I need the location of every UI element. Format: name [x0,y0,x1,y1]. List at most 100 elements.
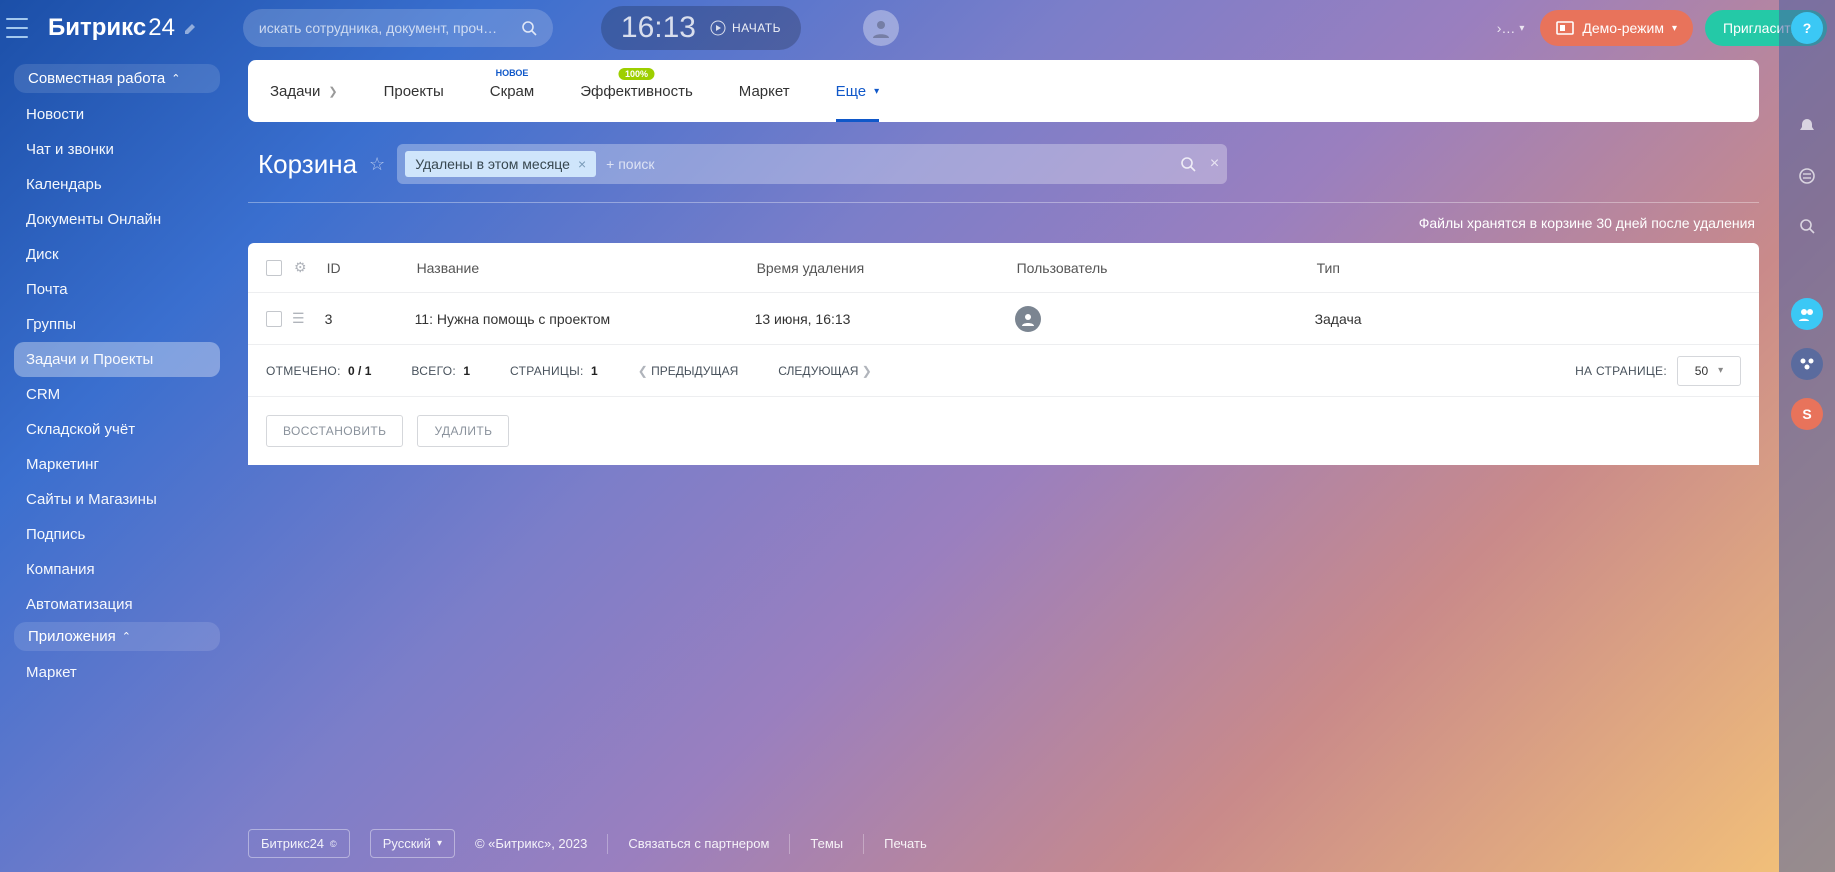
gear-icon[interactable]: ⚙ [294,259,307,276]
filter-clear-icon[interactable]: × [1210,155,1219,173]
trash-table: ⚙ ID Название Время удаления Пользовател… [248,243,1759,465]
app-name: Битрикс [48,14,146,42]
col-type[interactable]: Тип [1317,260,1741,276]
sidebar-item-inventory[interactable]: Складской учёт [14,412,220,447]
sidebar-item-news[interactable]: Новости [14,97,220,132]
chevron-right-icon: ❯ [328,85,337,98]
footer-print[interactable]: Печать [884,836,927,851]
group-icon[interactable] [1791,348,1823,380]
per-page-select[interactable]: 50▾ [1677,356,1741,386]
chevron-down-icon: ▾ [1672,23,1677,34]
cell-user [1015,306,1315,332]
sidebar-item-tasks[interactable]: Задачи и Проекты [14,342,220,377]
person-icon [871,18,891,38]
global-search[interactable] [243,9,553,47]
chevron-right-icon: ❯ [862,364,872,378]
chevron-down-icon: ▾ [874,86,879,97]
tab-efficiency[interactable]: 100%Эффективность [580,60,693,122]
page-title: Корзина [258,149,357,180]
retention-notice: Файлы хранятся в корзине 30 дней после у… [248,215,1759,231]
app-suffix: 24 [148,14,175,42]
sidebar-item-disk[interactable]: Диск [14,237,220,272]
tab-projects[interactable]: Проекты [384,60,444,122]
table-header: ⚙ ID Название Время удаления Пользовател… [248,243,1759,293]
presentation-icon [1556,21,1574,35]
search-icon [521,20,537,36]
footer-copyright: © «Битрикс», 2023 [475,836,587,851]
sidebar-item-calendar[interactable]: Календарь [14,167,220,202]
right-rail: ? S [1779,0,1835,872]
footer-brand[interactable]: Битрикс24© [248,829,350,858]
filter-bar[interactable]: Удалены в этом месяце × × [397,144,1227,184]
notifications-icon[interactable] [1791,110,1823,142]
footer-themes[interactable]: Темы [810,836,843,851]
footer: Битрикс24© Русский▾ © «Битрикс», 2023 Св… [248,829,1703,858]
cell-type: Задача [1315,311,1741,327]
sidebar-item-docs[interactable]: Документы Онлайн [14,202,220,237]
sidebar-item-groups[interactable]: Группы [14,307,220,342]
pagination-bar: ОТМЕЧЕНО: 0 / 1 ВСЕГО: 1 СТРАНИЦЫ: 1 ❮ П… [248,345,1759,397]
demo-mode-button[interactable]: Демо-режим ▾ [1540,10,1693,46]
cell-id: 3 [305,311,415,327]
play-icon [710,20,726,36]
prev-page[interactable]: ❮ ПРЕДЫДУЩАЯ [638,364,739,378]
user-avatar[interactable] [863,10,899,46]
tab-tasks[interactable]: Задачи❯ [270,60,338,122]
chevron-down-icon: ▾ [437,838,442,849]
search-rail-icon[interactable] [1791,210,1823,242]
sidebar: Совместная работа ⌃ Новости Чат и звонки… [0,56,228,872]
cell-name: 11: Нужна помощь с проектом [415,311,755,327]
sidebar-item-crm[interactable]: CRM [14,377,220,412]
sidebar-item-sites[interactable]: Сайты и Магазины [14,482,220,517]
sidebar-item-mail[interactable]: Почта [14,272,220,307]
col-name[interactable]: Название [417,260,757,276]
sidebar-item-automation[interactable]: Автоматизация [14,587,220,622]
restore-button[interactable]: ВОССТАНОВИТЬ [266,415,403,447]
search-icon[interactable] [1180,156,1196,172]
tab-more[interactable]: Еще▾ [836,60,880,122]
sidebar-group-collab[interactable]: Совместная работа ⌃ [14,64,220,93]
rail-s-badge[interactable]: S [1791,398,1823,430]
select-all-checkbox[interactable] [266,260,282,276]
people-icon[interactable] [1791,298,1823,330]
clock-start-button[interactable]: НАЧАТЬ [710,20,781,36]
drag-handle-icon[interactable]: ☰ [292,310,305,327]
tab-market[interactable]: Маркет [739,60,790,122]
pencil-icon[interactable] [183,20,199,36]
hamburger-menu-icon[interactable] [6,18,28,38]
app-logo[interactable]: Битрикс 24 [48,14,199,42]
chevron-up-icon: ⌃ [122,630,131,643]
table-row[interactable]: ☰ 3 11: Нужна помощь с проектом 13 июня,… [248,293,1759,345]
delete-button[interactable]: УДАЛИТЬ [417,415,509,447]
filter-chip[interactable]: Удалены в этом месяце × [405,151,596,177]
footer-partner[interactable]: Связаться с партнером [628,836,769,851]
sidebar-item-company[interactable]: Компания [14,552,220,587]
filter-search-input[interactable] [606,156,1170,172]
clock-time: 16:13 [621,11,696,45]
next-page[interactable]: СЛЕДУЮЩАЯ ❯ [778,364,871,378]
chevron-down-icon: ▾ [1718,365,1723,376]
footer-lang[interactable]: Русский▾ [370,829,455,858]
chevron-left-icon: ❮ [638,364,648,378]
col-id[interactable]: ID [307,260,417,276]
user-menu[interactable]: ›…▾ [1497,20,1525,36]
sidebar-item-marketing[interactable]: Маркетинг [14,447,220,482]
sidebar-item-sign[interactable]: Подпись [14,517,220,552]
sidebar-group-apps[interactable]: Приложения ⌃ [14,622,220,651]
chip-close-icon[interactable]: × [578,156,586,172]
col-user[interactable]: Пользователь [1017,260,1317,276]
help-button[interactable]: ? [1791,12,1823,44]
row-checkbox[interactable] [266,311,282,327]
chat-icon[interactable] [1791,160,1823,192]
clock-widget[interactable]: 16:13 НАЧАТЬ [601,6,801,50]
divider [248,202,1759,203]
sidebar-item-chat[interactable]: Чат и звонки [14,132,220,167]
tabs-bar: Задачи❯ Проекты НОВОЕСкрам 100%Эффективн… [248,60,1759,122]
star-icon[interactable]: ☆ [369,154,385,175]
col-time[interactable]: Время удаления [757,260,1017,276]
global-search-input[interactable] [259,20,521,36]
chevron-up-icon: ⌃ [171,72,180,85]
tab-scrum[interactable]: НОВОЕСкрам [490,60,534,122]
sidebar-item-market[interactable]: Маркет [14,655,220,690]
user-avatar-small[interactable] [1015,306,1041,332]
